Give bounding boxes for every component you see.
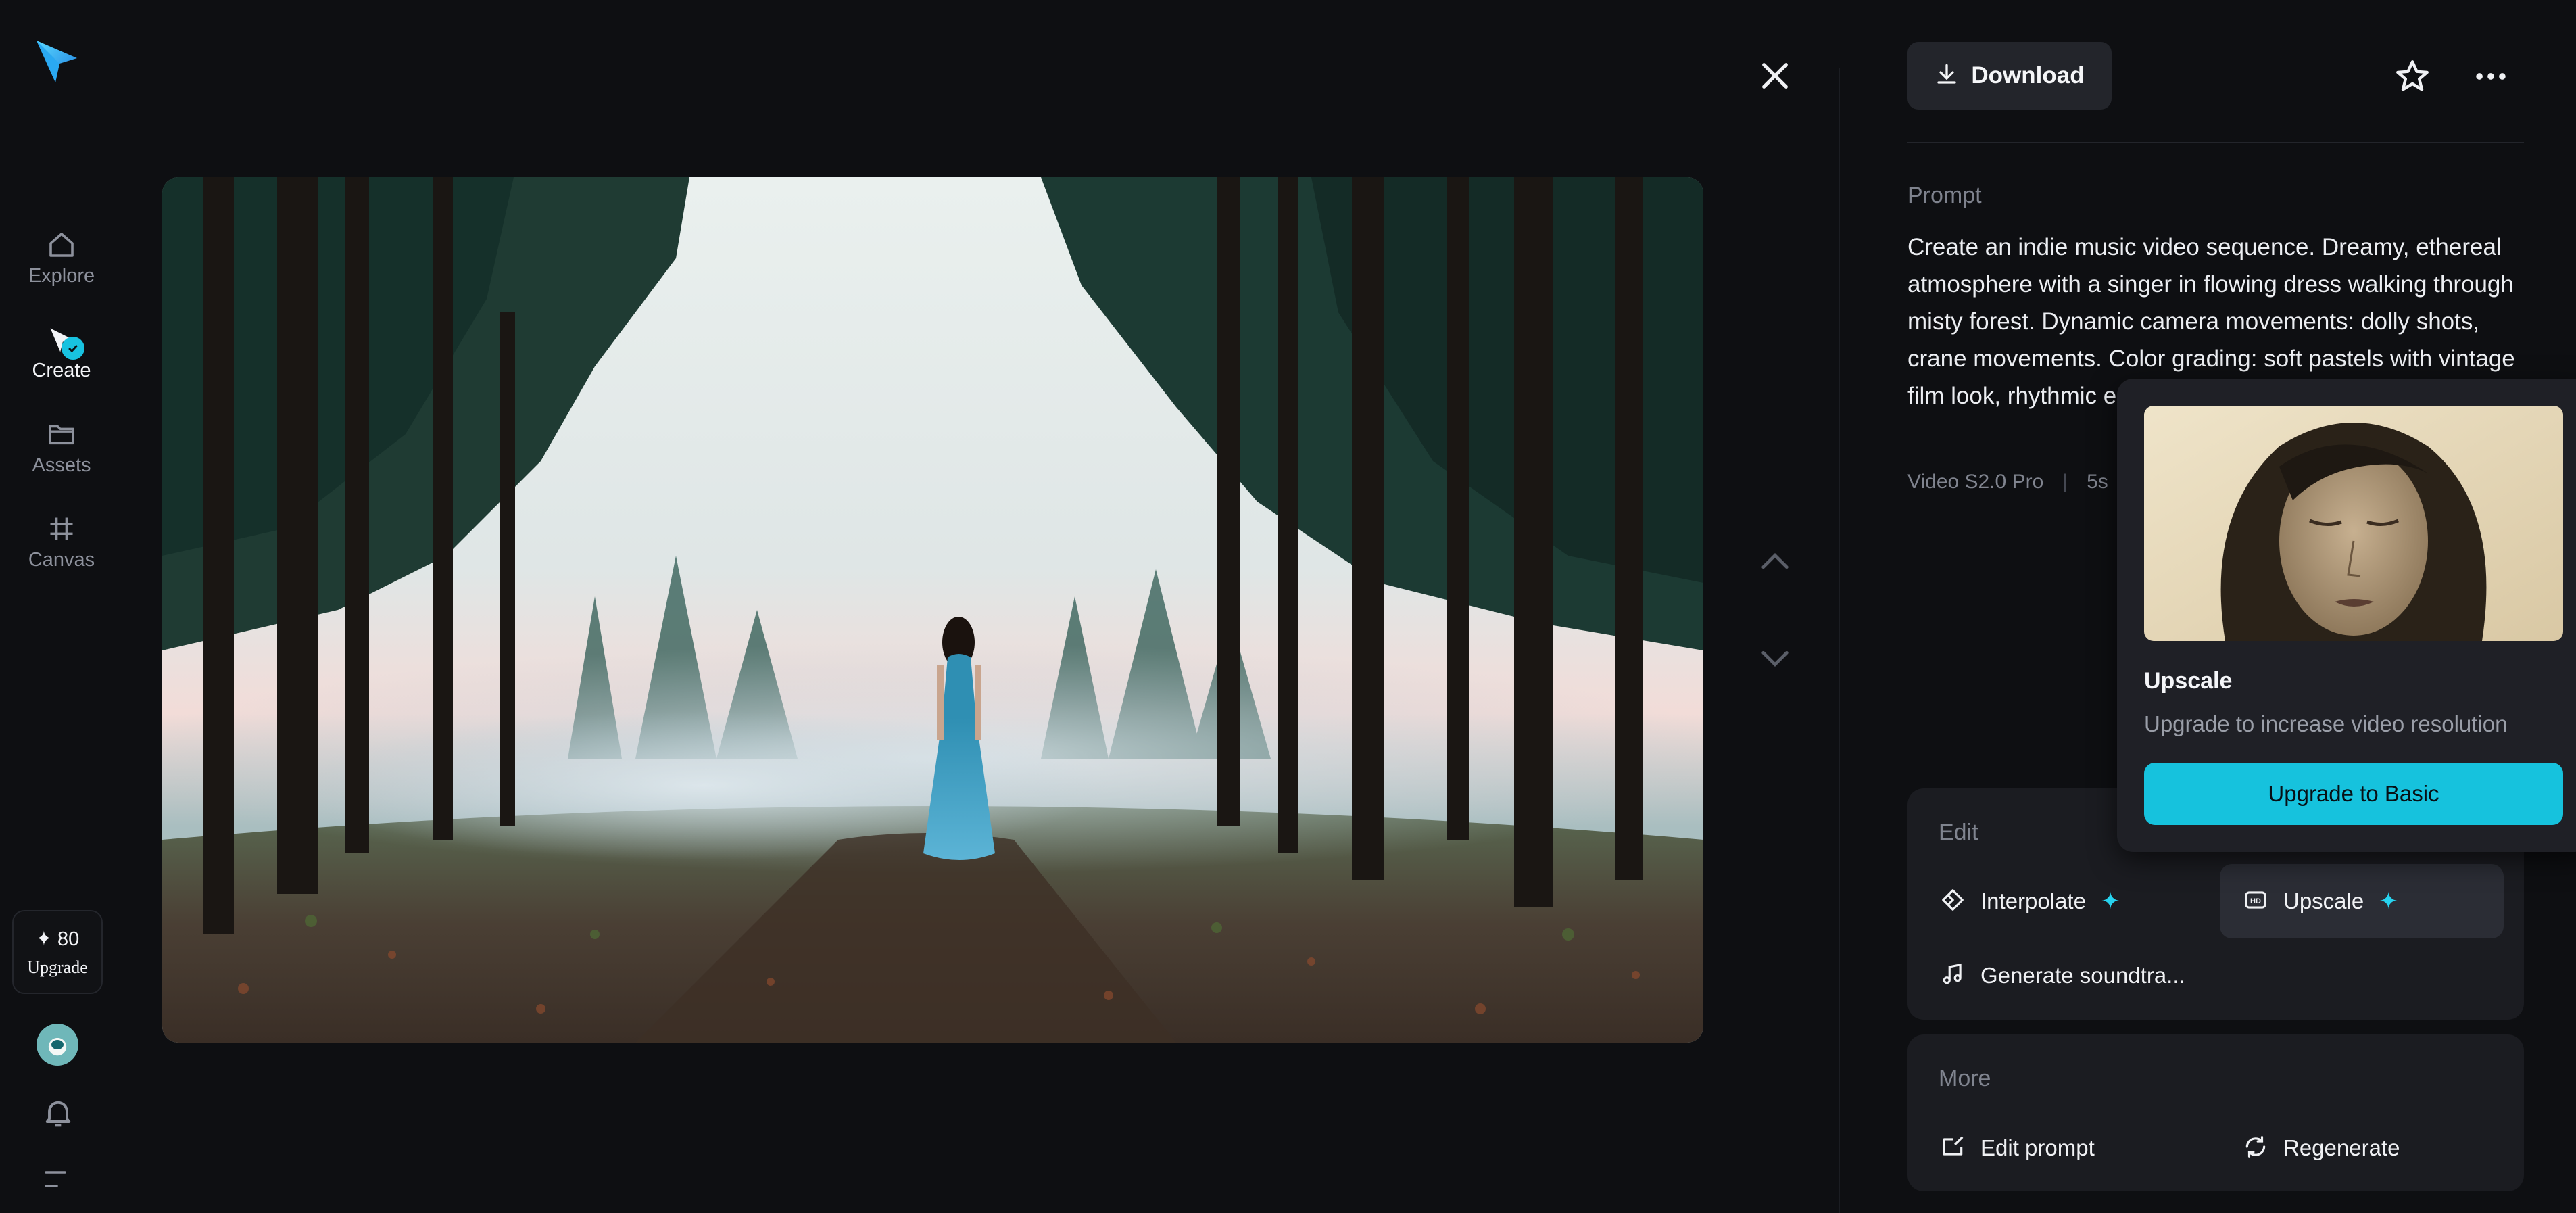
edit-prompt-icon bbox=[1940, 1134, 1966, 1163]
app-logo[interactable] bbox=[35, 38, 80, 85]
panel-divider bbox=[1839, 68, 1840, 1213]
header-divider bbox=[1907, 142, 2524, 143]
upgrade-to-basic-button[interactable]: Upgrade to Basic bbox=[2144, 763, 2563, 825]
upgrade-credits-button[interactable]: ✦ 80 Upgrade bbox=[12, 910, 103, 994]
sidebar-item-label: Explore bbox=[28, 265, 95, 287]
sparkle-icon: ✦ bbox=[2100, 888, 2120, 914]
popup-description: Upgrade to increase video resolution bbox=[2144, 711, 2508, 736]
check-icon bbox=[62, 337, 84, 360]
regenerate-icon bbox=[2243, 1134, 2268, 1163]
sidebar-item-label: Canvas bbox=[28, 549, 95, 571]
regenerate-label: Regenerate bbox=[2283, 1135, 2400, 1160]
sidebar-item-create[interactable]: Create bbox=[11, 320, 112, 395]
bell-icon[interactable] bbox=[41, 1095, 76, 1131]
menu-icon[interactable] bbox=[43, 1167, 73, 1191]
avatar[interactable] bbox=[37, 1024, 78, 1066]
folder-icon bbox=[43, 415, 80, 453]
edit-prompt-button[interactable]: Edit prompt bbox=[1928, 1114, 2212, 1182]
prompt-label: Prompt bbox=[1907, 183, 1982, 208]
regenerate-button[interactable]: Regenerate bbox=[2220, 1114, 2504, 1182]
generation-meta: Video S2.0 Pro | 5s bbox=[1907, 471, 2108, 494]
hd-icon: HD bbox=[2243, 887, 2268, 916]
more-title: More bbox=[1939, 1066, 1991, 1091]
upscale-preview-image bbox=[2144, 406, 2563, 641]
home-icon bbox=[43, 226, 80, 264]
more-options-icon[interactable] bbox=[2471, 57, 2510, 96]
download-icon bbox=[1935, 62, 1959, 90]
download-label: Download bbox=[1971, 62, 2085, 89]
previous-chevron-up-icon[interactable] bbox=[1757, 546, 1793, 576]
meta-separator: | bbox=[2062, 471, 2068, 493]
edit-title: Edit bbox=[1939, 819, 1978, 845]
sparkle-icon: ✦ bbox=[2379, 888, 2398, 914]
next-chevron-down-icon[interactable] bbox=[1757, 644, 1793, 673]
svg-text:HD: HD bbox=[2250, 897, 2261, 905]
credits-count: ✦ 80 bbox=[35, 928, 80, 950]
create-icon bbox=[43, 320, 84, 360]
close-icon[interactable] bbox=[1756, 57, 1794, 95]
generate-soundtrack-label: Generate soundtra... bbox=[1980, 963, 2185, 988]
canvas-icon bbox=[43, 510, 80, 548]
download-button[interactable]: Download bbox=[1907, 42, 2112, 110]
star-icon[interactable] bbox=[2393, 57, 2432, 96]
generate-soundtrack-button[interactable]: Generate soundtra... bbox=[1928, 938, 2306, 1013]
interpolate-icon bbox=[1940, 887, 1966, 916]
sidebar-item-label: Assets bbox=[32, 454, 91, 476]
interpolate-button[interactable]: Interpolate ✦ bbox=[1928, 864, 2212, 938]
edit-prompt-label: Edit prompt bbox=[1980, 1135, 2095, 1160]
video-preview[interactable] bbox=[162, 177, 1703, 1043]
sidebar-item-canvas[interactable]: Canvas bbox=[11, 510, 112, 584]
duration: 5s bbox=[2087, 471, 2108, 493]
interpolate-label: Interpolate bbox=[1980, 888, 2086, 913]
upgrade-label: Upgrade bbox=[27, 957, 88, 977]
music-note-icon bbox=[1940, 961, 1966, 991]
sidebar-item-assets[interactable]: Assets bbox=[11, 415, 112, 490]
popup-title: Upscale bbox=[2144, 668, 2233, 694]
model-name: Video S2.0 Pro bbox=[1907, 471, 2044, 493]
more-section: More Edit prompt Regenerate bbox=[1907, 1034, 2524, 1191]
upscale-label: Upscale bbox=[2283, 888, 2364, 913]
upscale-button[interactable]: HD Upscale ✦ bbox=[2220, 864, 2504, 938]
upscale-popup: Upscale Upgrade to increase video resolu… bbox=[2117, 379, 2576, 852]
sidebar-item-explore[interactable]: Explore bbox=[11, 226, 112, 300]
sidebar-item-label: Create bbox=[32, 360, 91, 381]
